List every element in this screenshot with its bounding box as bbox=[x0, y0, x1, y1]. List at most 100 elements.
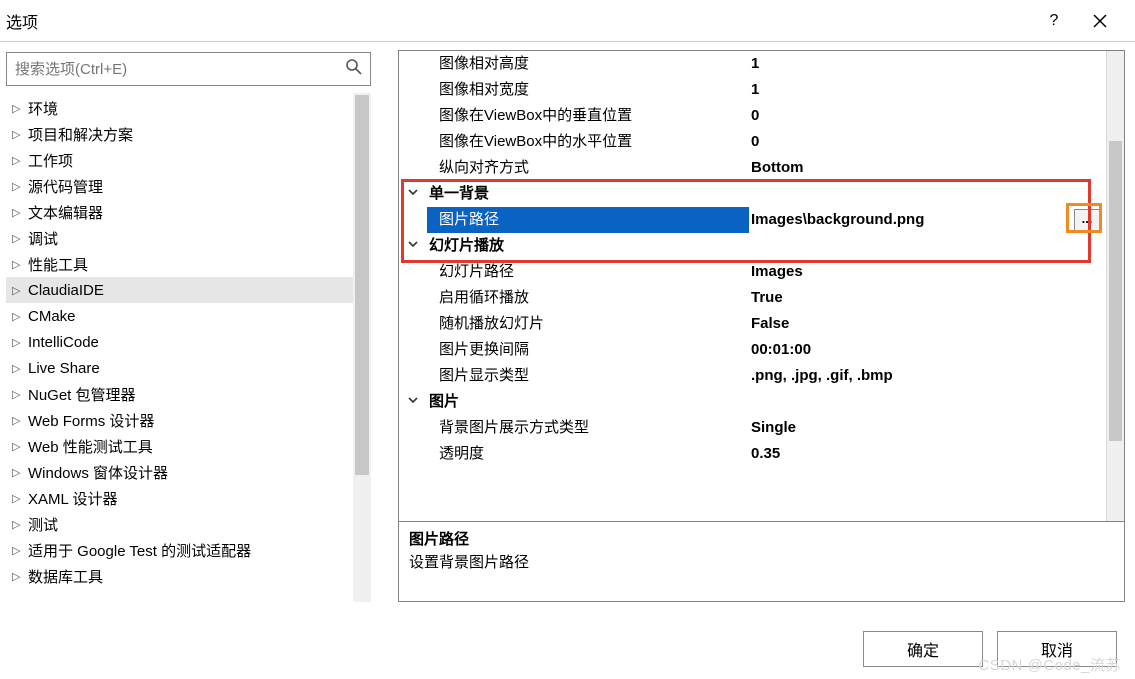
tree-item[interactable]: ▷Windows 窗体设计器 bbox=[6, 459, 353, 485]
property-label: 图像在ViewBox中的水平位置 bbox=[427, 129, 749, 155]
tree-item[interactable]: ▷调试 bbox=[6, 225, 353, 251]
ok-button[interactable]: 确定 bbox=[863, 631, 983, 667]
cancel-button[interactable]: 取消 bbox=[997, 631, 1117, 667]
property-value[interactable]: 1 bbox=[749, 51, 1106, 77]
property-value[interactable]: .png, .jpg, .gif, .bmp bbox=[749, 363, 1106, 389]
tree-item[interactable]: ▷CMake bbox=[6, 303, 353, 329]
tree-item-label: XAML 设计器 bbox=[26, 488, 117, 509]
scrollbar-thumb[interactable] bbox=[1109, 141, 1122, 441]
tree-item[interactable]: ▷性能工具 bbox=[6, 251, 353, 277]
tree-item-label: Web Forms 设计器 bbox=[26, 410, 154, 431]
property-label: 幻灯片路径 bbox=[427, 259, 749, 285]
property-row[interactable]: 图像在ViewBox中的垂直位置0 bbox=[399, 103, 1106, 129]
chevron-right-icon: ▷ bbox=[12, 414, 26, 427]
property-row[interactable]: 幻灯片路径Images bbox=[399, 259, 1106, 285]
chevron-right-icon: ▷ bbox=[12, 492, 26, 505]
property-value[interactable]: 0 bbox=[749, 129, 1106, 155]
grid-scrollbar[interactable] bbox=[1106, 51, 1124, 521]
property-row[interactable]: 图片更换间隔00:01:00 bbox=[399, 337, 1106, 363]
property-label: 启用循环播放 bbox=[427, 285, 749, 311]
tree-item-label: 源代码管理 bbox=[26, 176, 103, 197]
property-label: 图片更换间隔 bbox=[427, 337, 749, 363]
tree-item[interactable]: ▷项目和解决方案 bbox=[6, 121, 353, 147]
tree-item-label: 调试 bbox=[26, 228, 58, 249]
property-value[interactable]: Images bbox=[749, 259, 1106, 285]
chevron-right-icon: ▷ bbox=[12, 362, 26, 375]
scrollbar-thumb[interactable] bbox=[355, 95, 369, 475]
tree-item-label: 文本编辑器 bbox=[26, 202, 103, 223]
tree-item[interactable]: ▷Live Share bbox=[6, 355, 353, 381]
tree-item[interactable]: ▷环境 bbox=[6, 95, 353, 121]
tree-item[interactable]: ▷NuGet 包管理器 bbox=[6, 381, 353, 407]
dialog-footer: 确定 取消 bbox=[863, 631, 1117, 667]
tree-item[interactable]: ▷XAML 设计器 bbox=[6, 485, 353, 511]
property-row[interactable]: 图像相对宽度1 bbox=[399, 77, 1106, 103]
search-input[interactable] bbox=[6, 52, 371, 86]
property-row[interactable]: 背景图片展示方式类型Single bbox=[399, 415, 1106, 441]
chevron-right-icon: ▷ bbox=[12, 466, 26, 479]
chevron-down-icon[interactable] bbox=[399, 233, 427, 259]
browse-button[interactable]: ... bbox=[1074, 209, 1100, 231]
chevron-down-icon[interactable] bbox=[399, 389, 427, 415]
chevron-right-icon: ▷ bbox=[12, 180, 26, 193]
property-row[interactable]: 图像相对高度1 bbox=[399, 51, 1106, 77]
chevron-right-icon: ▷ bbox=[12, 310, 26, 323]
property-label: 随机播放幻灯片 bbox=[427, 311, 749, 337]
chevron-right-icon: ▷ bbox=[12, 102, 26, 115]
help-button[interactable]: ? bbox=[1031, 0, 1077, 42]
tree-item[interactable]: ▷工作项 bbox=[6, 147, 353, 173]
chevron-right-icon: ▷ bbox=[12, 544, 26, 557]
property-value[interactable]: Single bbox=[749, 415, 1106, 441]
chevron-right-icon: ▷ bbox=[12, 206, 26, 219]
category-label: 单一背景 bbox=[427, 181, 749, 207]
chevron-right-icon: ▷ bbox=[12, 440, 26, 453]
category-tree[interactable]: ▷环境▷项目和解决方案▷工作项▷源代码管理▷文本编辑器▷调试▷性能工具▷Clau… bbox=[6, 93, 353, 602]
property-row[interactable]: 图像在ViewBox中的水平位置0 bbox=[399, 129, 1106, 155]
category-pane: ▷环境▷项目和解决方案▷工作项▷源代码管理▷文本编辑器▷调试▷性能工具▷Clau… bbox=[0, 42, 378, 602]
property-value[interactable]: 0.35 bbox=[749, 441, 1106, 467]
tree-item-label: CMake bbox=[26, 308, 76, 325]
property-value[interactable]: 0 bbox=[749, 103, 1106, 129]
property-value[interactable]: True bbox=[749, 285, 1106, 311]
property-row[interactable]: 随机播放幻灯片False bbox=[399, 311, 1106, 337]
close-button[interactable] bbox=[1077, 0, 1123, 42]
property-value[interactable]: False bbox=[749, 311, 1106, 337]
tree-scrollbar[interactable] bbox=[353, 93, 371, 602]
tree-item-label: Live Share bbox=[26, 360, 100, 377]
description-text: 设置背景图片路径 bbox=[409, 551, 1114, 572]
tree-item-label: IntelliCode bbox=[26, 334, 99, 351]
property-value[interactable]: Bottom bbox=[749, 155, 1106, 181]
property-label: 图片路径 bbox=[427, 207, 749, 233]
tree-item[interactable]: ▷适用于 Google Test 的测试适配器 bbox=[6, 537, 353, 563]
chevron-right-icon: ▷ bbox=[12, 388, 26, 401]
property-row[interactable]: 透明度0.35 bbox=[399, 441, 1106, 467]
property-row[interactable]: 启用循环播放True bbox=[399, 285, 1106, 311]
category-label: 图片 bbox=[427, 389, 749, 415]
category-row[interactable]: 幻灯片播放 bbox=[399, 233, 1106, 259]
tree-item[interactable]: ▷Web Forms 设计器 bbox=[6, 407, 353, 433]
chevron-right-icon: ▷ bbox=[12, 336, 26, 349]
tree-item-label: 项目和解决方案 bbox=[26, 124, 133, 145]
tree-item[interactable]: ▷Web 性能测试工具 bbox=[6, 433, 353, 459]
chevron-right-icon: ▷ bbox=[12, 570, 26, 583]
property-value[interactable]: 00:01:00 bbox=[749, 337, 1106, 363]
property-value[interactable]: 1 bbox=[749, 77, 1106, 103]
property-row[interactable]: 图片显示类型.png, .jpg, .gif, .bmp bbox=[399, 363, 1106, 389]
property-value[interactable]: Images\background.png bbox=[749, 207, 1074, 233]
property-row[interactable]: 纵向对齐方式Bottom bbox=[399, 155, 1106, 181]
tree-item[interactable]: ▷数据库工具 bbox=[6, 563, 353, 589]
property-grid[interactable]: 图像相对高度1图像相对宽度1图像在ViewBox中的垂直位置0图像在ViewBo… bbox=[399, 51, 1106, 521]
tree-item[interactable]: ▷IntelliCode bbox=[6, 329, 353, 355]
tree-item-label: Windows 窗体设计器 bbox=[26, 462, 168, 483]
category-row[interactable]: 单一背景 bbox=[399, 181, 1106, 207]
tree-item[interactable]: ▷文本编辑器 bbox=[6, 199, 353, 225]
tree-item[interactable]: ▷ClaudiaIDE bbox=[6, 277, 353, 303]
category-row[interactable]: 图片 bbox=[399, 389, 1106, 415]
tree-item-label: 工作项 bbox=[26, 150, 73, 171]
description-title: 图片路径 bbox=[409, 528, 1114, 549]
chevron-down-icon[interactable] bbox=[399, 181, 427, 207]
tree-item[interactable]: ▷源代码管理 bbox=[6, 173, 353, 199]
property-label: 纵向对齐方式 bbox=[427, 155, 749, 181]
property-row[interactable]: 图片路径Images\background.png... bbox=[399, 207, 1106, 233]
tree-item[interactable]: ▷测试 bbox=[6, 511, 353, 537]
